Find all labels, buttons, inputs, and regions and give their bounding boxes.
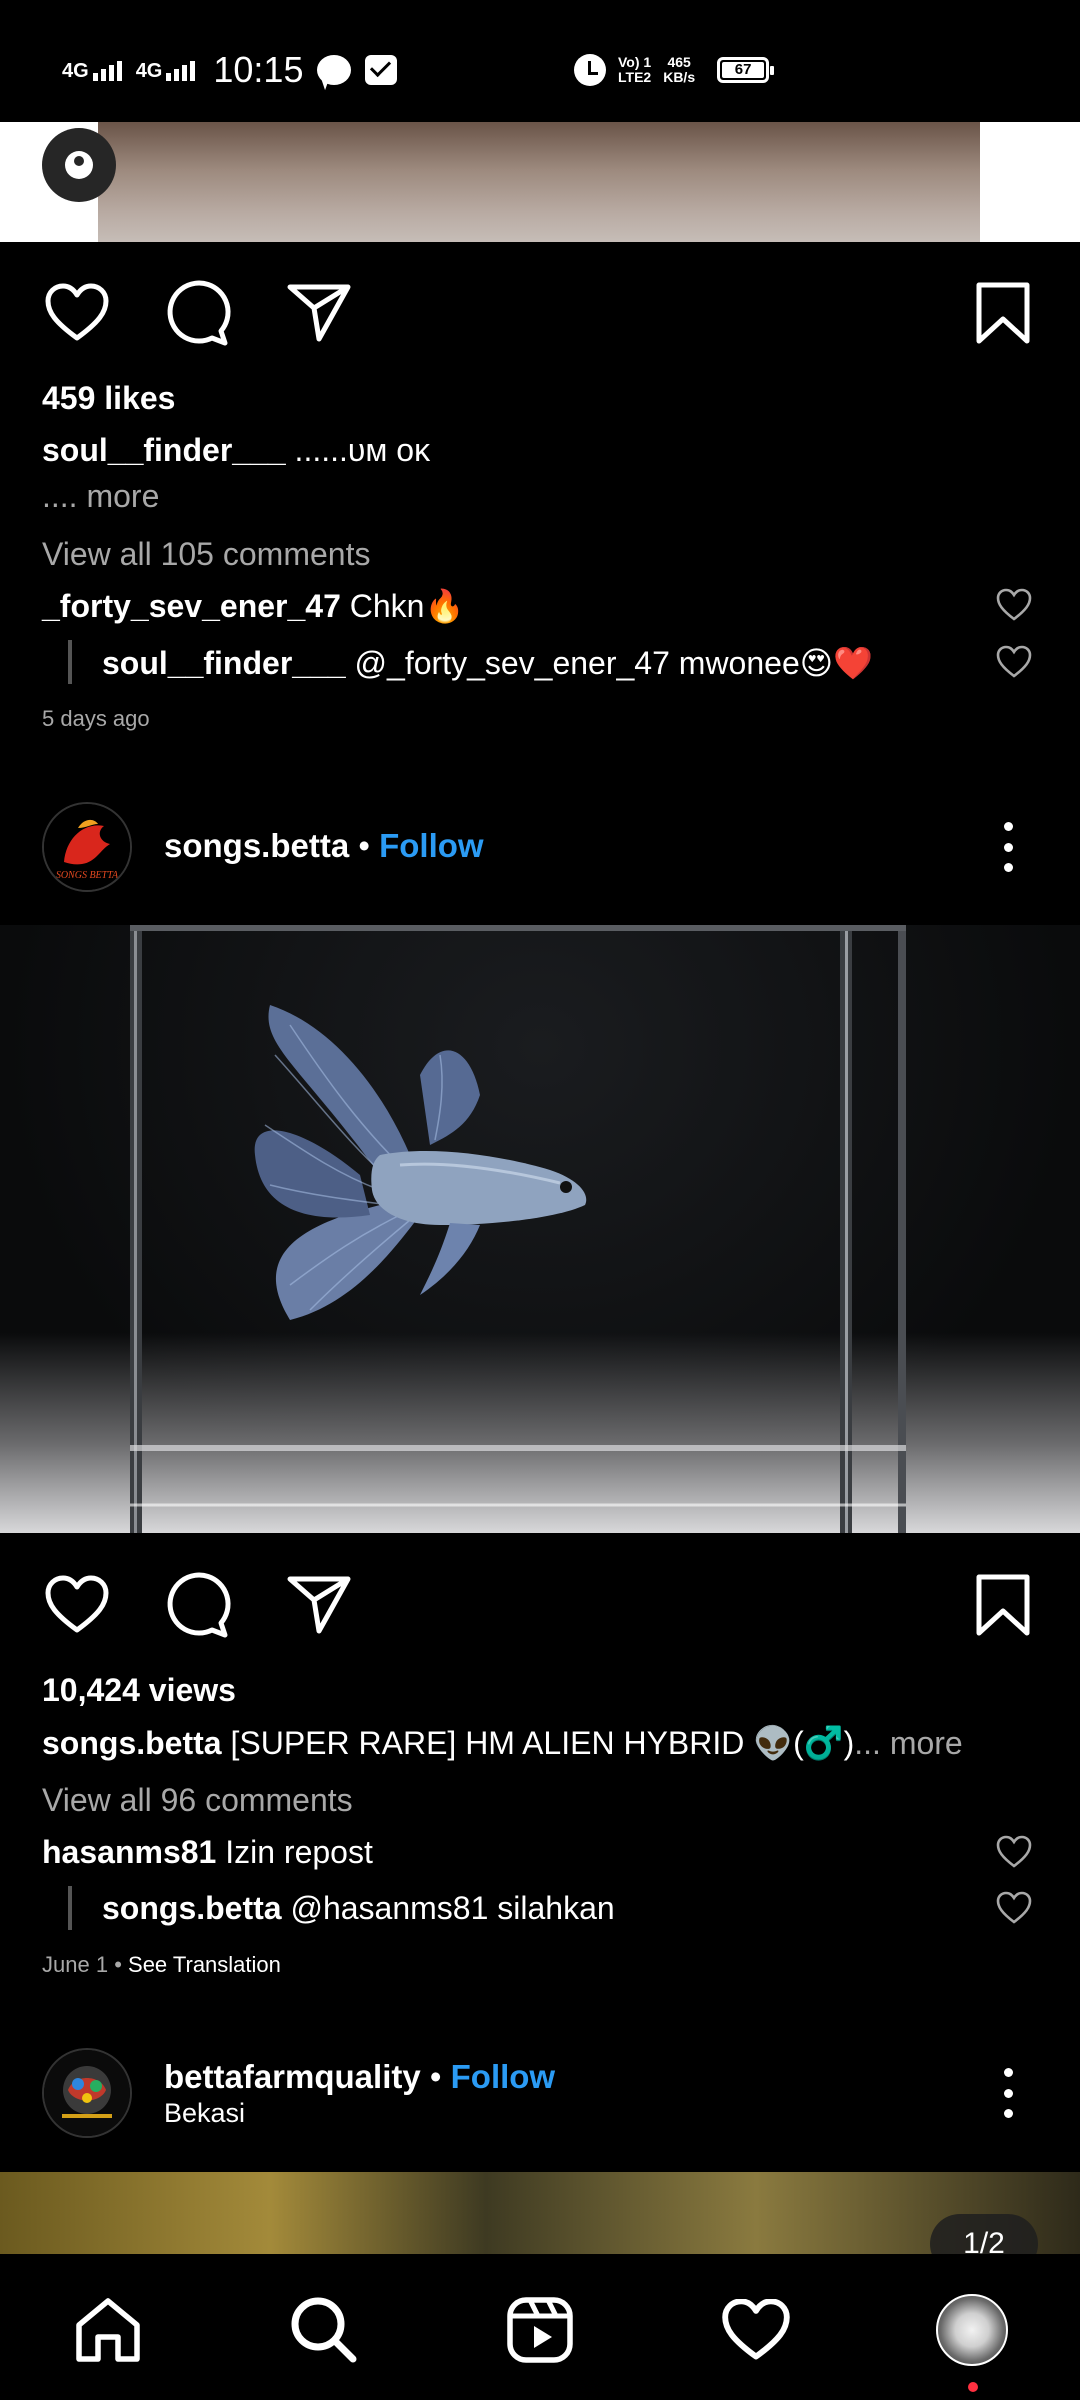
bookmark-icon[interactable]	[966, 278, 1040, 348]
reply-like-icon[interactable]	[996, 645, 1032, 679]
signal-bars-icon	[92, 59, 122, 81]
view-all-comments-link[interactable]: View all 96 comments	[42, 1782, 353, 1819]
battery-icon: 67	[717, 57, 775, 83]
reply-thread-line	[68, 1886, 72, 1930]
network-type-1: 4G	[62, 60, 89, 82]
status-left: 4G 4G 10:15	[62, 49, 398, 90]
post2-username[interactable]: songs.betta	[164, 827, 349, 864]
post3-username[interactable]: bettafarmquality	[164, 2058, 421, 2095]
caption-username[interactable]: soul__finder___	[42, 432, 286, 468]
home-tab[interactable]	[72, 2294, 144, 2366]
volte-indicator: Vo) 1 LTE2	[618, 54, 652, 85]
post-timestamp: June 1	[42, 1952, 109, 1977]
comment-icon[interactable]	[160, 278, 234, 348]
status-right: Vo) 1 LTE2 465 KB/s 67	[574, 54, 775, 86]
more-options-icon[interactable]	[998, 822, 1018, 872]
bottom-navigation	[0, 2254, 1080, 2400]
post-caption: songs.betta [SUPER RARE] HM ALIEN HYBRID…	[42, 1724, 963, 1762]
reply-text: @_forty_sev_ener_47 mwonee😍❤️	[354, 645, 873, 681]
signal-bars-icon	[166, 59, 196, 81]
see-translation-link[interactable]: See Translation	[128, 1952, 281, 1977]
comment-text: Izin repost	[225, 1834, 373, 1870]
activity-tab[interactable]	[720, 2294, 792, 2366]
reply-thread-line	[68, 640, 72, 684]
like-icon[interactable]	[40, 278, 114, 348]
search-tab[interactable]	[288, 2294, 360, 2366]
post3-avatar[interactable]	[42, 2048, 132, 2138]
profile-tab[interactable]	[936, 2294, 1008, 2366]
avatar-logo-text: SONGS BETTA	[56, 870, 119, 881]
caption-text: ......ᴜᴍ ᴏᴋ	[294, 432, 431, 468]
post-meta: June 1 • See Translation	[42, 1952, 281, 1978]
more-options-icon[interactable]	[998, 2068, 1018, 2118]
separator-dot: •	[114, 1952, 122, 1977]
post-photo	[98, 122, 980, 242]
like-icon[interactable]	[40, 1570, 114, 1640]
heart-icon	[722, 2299, 790, 2360]
reply-item: songs.betta @hasanms81 silahkan	[102, 1890, 615, 1927]
caption-more-link[interactable]: .... more	[42, 478, 159, 515]
comment-username[interactable]: hasanms81	[42, 1834, 216, 1870]
bookmark-icon[interactable]	[966, 1570, 1040, 1640]
fish-tank-illustration	[130, 925, 906, 1533]
share-icon[interactable]	[282, 1570, 356, 1640]
likes-count[interactable]: 459 likes	[42, 380, 175, 417]
message-notification-icon	[317, 55, 352, 85]
reels-icon	[507, 2297, 573, 2363]
reply-username[interactable]: soul__finder___	[102, 645, 346, 681]
caption-more-link[interactable]: ... more	[854, 1725, 962, 1761]
post3-image[interactable]	[0, 2172, 1080, 2254]
comment-like-icon[interactable]	[996, 1835, 1032, 1869]
reels-tab[interactable]	[504, 2294, 576, 2366]
signal-sim1: 4G	[62, 59, 122, 81]
network-speed: 465 KB/s	[663, 54, 696, 85]
caption-username[interactable]: songs.betta	[42, 1725, 222, 1761]
comment-item: _forty_sev_ener_47 Chkn🔥	[42, 587, 464, 625]
clock: 10:15	[213, 49, 304, 90]
mail-notification-icon	[365, 55, 398, 85]
reply-username[interactable]: songs.betta	[102, 1890, 282, 1926]
reply-like-icon[interactable]	[996, 1891, 1032, 1925]
profile-notification-dot	[968, 2382, 978, 2392]
post2-avatar[interactable]: SONGS BETTA	[42, 802, 132, 892]
post1-action-bar	[0, 270, 1080, 350]
alarm-icon	[574, 54, 606, 86]
network-type-2: 4G	[135, 60, 163, 82]
separator-dot: •	[429, 2058, 442, 2095]
caption-text: [SUPER RARE] HM ALIEN HYBRID 👽(♂️)	[230, 1725, 855, 1761]
views-count[interactable]: 10,424 views	[42, 1672, 236, 1709]
separator-dot: •	[358, 827, 370, 864]
tagged-users-icon[interactable]	[42, 128, 116, 202]
share-icon[interactable]	[282, 278, 356, 348]
post-timestamp: 5 days ago	[42, 706, 150, 731]
comment-username[interactable]: _forty_sev_ener_47	[42, 588, 341, 624]
reply-item: soul__finder___ @_forty_sev_ener_47 mwon…	[102, 644, 873, 682]
battery-level: 67	[722, 62, 765, 78]
post3-header: bettafarmquality • Follow	[164, 2058, 555, 2096]
follow-button[interactable]: Follow	[451, 2058, 555, 2095]
profile-avatar	[936, 2294, 1008, 2366]
comment-like-icon[interactable]	[996, 588, 1032, 622]
post2-header: songs.betta • Follow	[164, 827, 484, 865]
view-all-comments-link[interactable]: View all 105 comments	[42, 536, 370, 573]
comment-text: Chkn🔥	[349, 588, 465, 624]
post3-location[interactable]: Bekasi	[164, 2098, 245, 2129]
status-bar: 4G 4G 10:15 Vo) 1 LTE2 465 KB/s 67	[0, 0, 1080, 122]
post2-image[interactable]	[0, 925, 1080, 1533]
reply-text: @hasanms81 silahkan	[290, 1890, 615, 1926]
follow-button[interactable]: Follow	[379, 827, 483, 864]
previous-post-image[interactable]	[0, 122, 1080, 242]
signal-sim2: 4G	[136, 59, 196, 81]
comment-item: hasanms81 Izin repost	[42, 1834, 373, 1871]
post2-action-bar	[0, 1562, 1080, 1642]
post-caption: soul__finder___ ......ᴜᴍ ᴏᴋ	[42, 432, 430, 469]
comment-icon[interactable]	[160, 1570, 234, 1640]
search-icon	[291, 2297, 357, 2363]
home-icon	[76, 2298, 140, 2362]
